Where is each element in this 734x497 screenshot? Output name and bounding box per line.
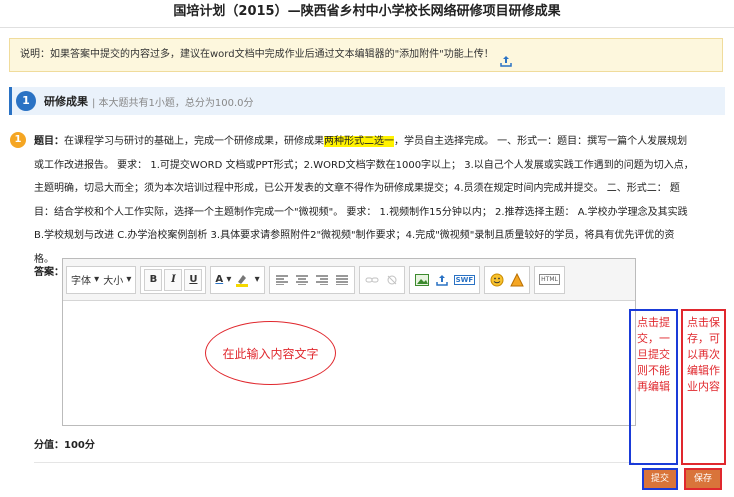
submit-annotation: 点击提交，一旦提交则不能再编辑 bbox=[629, 309, 678, 465]
section-header: 1 研修成果 | 本大题共有1小题，总分为100.0分 bbox=[9, 87, 725, 115]
answer-label: 答案： bbox=[34, 267, 64, 278]
font-color-button[interactable]: A ▾ bbox=[214, 269, 232, 291]
notice-bar: 说明：如果答案中提交的内容过多，建议在word文档中完成作业后通过文本编辑器的"… bbox=[9, 38, 723, 72]
editor-content-area[interactable]: 在此输入内容文字 bbox=[63, 301, 635, 425]
upload-icon[interactable] bbox=[500, 49, 512, 67]
source-group: HTML bbox=[534, 265, 565, 294]
flash-icon[interactable]: SWF bbox=[453, 269, 477, 291]
submit-button[interactable]: 提交 bbox=[642, 468, 678, 490]
font-family-select[interactable]: 字体 ▾ bbox=[70, 269, 100, 291]
italic-button[interactable]: I bbox=[164, 268, 183, 291]
score-label: 分值：100分 bbox=[34, 440, 95, 451]
underline-button[interactable]: U bbox=[184, 268, 203, 291]
save-button[interactable]: 保存 bbox=[684, 468, 722, 490]
extra-group bbox=[484, 265, 531, 294]
page-title: 国培计划（2015）—陕西省乡村中小学校长网络研修项目研修成果 bbox=[0, 0, 734, 28]
special-char-icon[interactable] bbox=[508, 269, 526, 291]
align-left-icon[interactable] bbox=[273, 269, 291, 291]
emoticon-icon[interactable] bbox=[488, 269, 506, 291]
question-number: 1 bbox=[10, 132, 26, 148]
section-title: 研修成果 bbox=[44, 95, 88, 108]
image-icon[interactable] bbox=[413, 269, 431, 291]
editor-toolbar: 字体 ▾ 大小 ▾ B I U A ▾ ▾ SWF HTML bbox=[63, 259, 635, 301]
rich-text-editor[interactable]: 字体 ▾ 大小 ▾ B I U A ▾ ▾ SWF HTML 在此输入内容文字 bbox=[62, 258, 636, 426]
question-text-after: ，学员自主选择完成。 一、形式一：题目：撰写一篇个人发展规划或工作改进报告。 要… bbox=[34, 136, 694, 265]
font-size-select[interactable]: 大小 ▾ bbox=[102, 269, 132, 291]
section-number: 1 bbox=[16, 91, 36, 111]
align-center-icon[interactable] bbox=[293, 269, 311, 291]
link-group bbox=[358, 265, 405, 294]
unlink-icon[interactable] bbox=[383, 269, 401, 291]
save-annotation: 点击保存，可以再次编辑作业内容 bbox=[681, 309, 726, 465]
question-highlight: 两种形式二选一 bbox=[324, 136, 394, 147]
link-icon[interactable] bbox=[363, 269, 381, 291]
highlight-color-icon[interactable]: ▾ bbox=[234, 269, 260, 291]
font-group: 字体 ▾ 大小 ▾ bbox=[66, 265, 137, 294]
question-label: 题目： bbox=[34, 136, 64, 147]
style-group: B I U bbox=[140, 265, 207, 294]
section-meta: | 本大题共有1小题，总分为100.0分 bbox=[92, 97, 254, 109]
question-text-before: 在课程学习与研讨的基础上，完成一个研修成果，研修成果 bbox=[64, 136, 324, 147]
align-group bbox=[268, 265, 355, 294]
placeholder-callout: 在此输入内容文字 bbox=[205, 321, 336, 385]
color-group: A ▾ ▾ bbox=[210, 265, 265, 294]
align-right-icon[interactable] bbox=[313, 269, 331, 291]
insert-group: SWF bbox=[408, 265, 481, 294]
attachment-upload-icon[interactable] bbox=[433, 269, 451, 291]
bold-button[interactable]: B bbox=[144, 268, 163, 291]
notice-text: 说明：如果答案中提交的内容过多，建议在word文档中完成作业后通过文本编辑器的"… bbox=[20, 49, 494, 60]
align-justify-icon[interactable] bbox=[333, 269, 351, 291]
divider bbox=[34, 462, 634, 463]
html-source-icon[interactable]: HTML bbox=[538, 269, 561, 291]
question-text: 题目：在课程学习与研讨的基础上，完成一个研修成果，研修成果两种形式二选一，学员自… bbox=[34, 130, 694, 271]
